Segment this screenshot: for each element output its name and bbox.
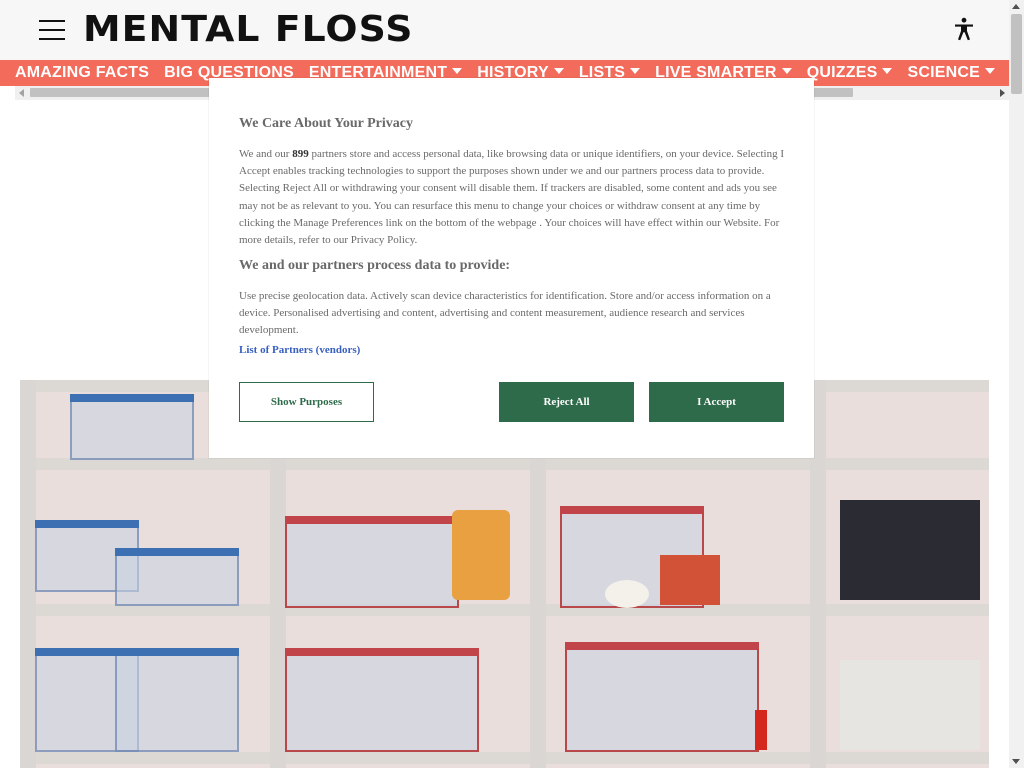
privacy-consent-dialog: We Care About Your Privacy We and our 89… bbox=[209, 78, 814, 458]
scroll-up-arrow-icon[interactable] bbox=[1012, 4, 1020, 9]
caret-down-icon[interactable] bbox=[630, 68, 641, 74]
scrollbar-thumb[interactable] bbox=[1011, 14, 1022, 94]
caret-down-icon[interactable] bbox=[882, 68, 893, 74]
accessibility-icon[interactable] bbox=[953, 17, 975, 41]
nav-item-science[interactable]: SCIENCE bbox=[907, 60, 995, 86]
consent-intro: We and our 899 partners store and access… bbox=[239, 148, 784, 247]
nav-item-label: AMAZING FACTS bbox=[15, 64, 150, 81]
scroll-down-arrow-icon[interactable] bbox=[1012, 759, 1020, 764]
accept-button[interactable]: I Accept bbox=[649, 382, 784, 422]
hamburger-menu-icon[interactable] bbox=[39, 19, 65, 41]
site-header: MENTAL FLOSS bbox=[0, 0, 1009, 61]
site-logo[interactable]: MENTAL FLOSS bbox=[83, 10, 413, 50]
nav-item-label: SCIENCE bbox=[907, 64, 980, 81]
nav-item-quizzes[interactable]: QUIZZES bbox=[807, 60, 893, 86]
partners-list-link[interactable]: List of Partners (vendors) bbox=[239, 344, 360, 356]
scroll-right-arrow-icon[interactable] bbox=[1000, 89, 1005, 97]
caret-down-icon[interactable] bbox=[984, 68, 995, 74]
consent-title: We Care About Your Privacy bbox=[239, 116, 413, 131]
reject-all-button[interactable]: Reject All bbox=[499, 382, 634, 422]
scroll-left-arrow-icon[interactable] bbox=[19, 89, 24, 97]
caret-down-icon[interactable] bbox=[553, 68, 564, 74]
page-vertical-scrollbar[interactable] bbox=[1009, 0, 1024, 768]
caret-down-icon[interactable] bbox=[452, 68, 463, 74]
consent-purposes: Use precise geolocation data. Actively s… bbox=[239, 290, 771, 337]
show-purposes-button[interactable]: Show Purposes bbox=[239, 382, 374, 422]
nav-item-label: QUIZZES bbox=[806, 64, 878, 81]
caret-down-icon[interactable] bbox=[781, 68, 792, 74]
partner-count: 899 bbox=[292, 148, 309, 160]
consent-subtitle: We and our partners process data to prov… bbox=[239, 258, 511, 273]
nav-item-amazing-facts[interactable]: AMAZING FACTS bbox=[15, 60, 149, 86]
